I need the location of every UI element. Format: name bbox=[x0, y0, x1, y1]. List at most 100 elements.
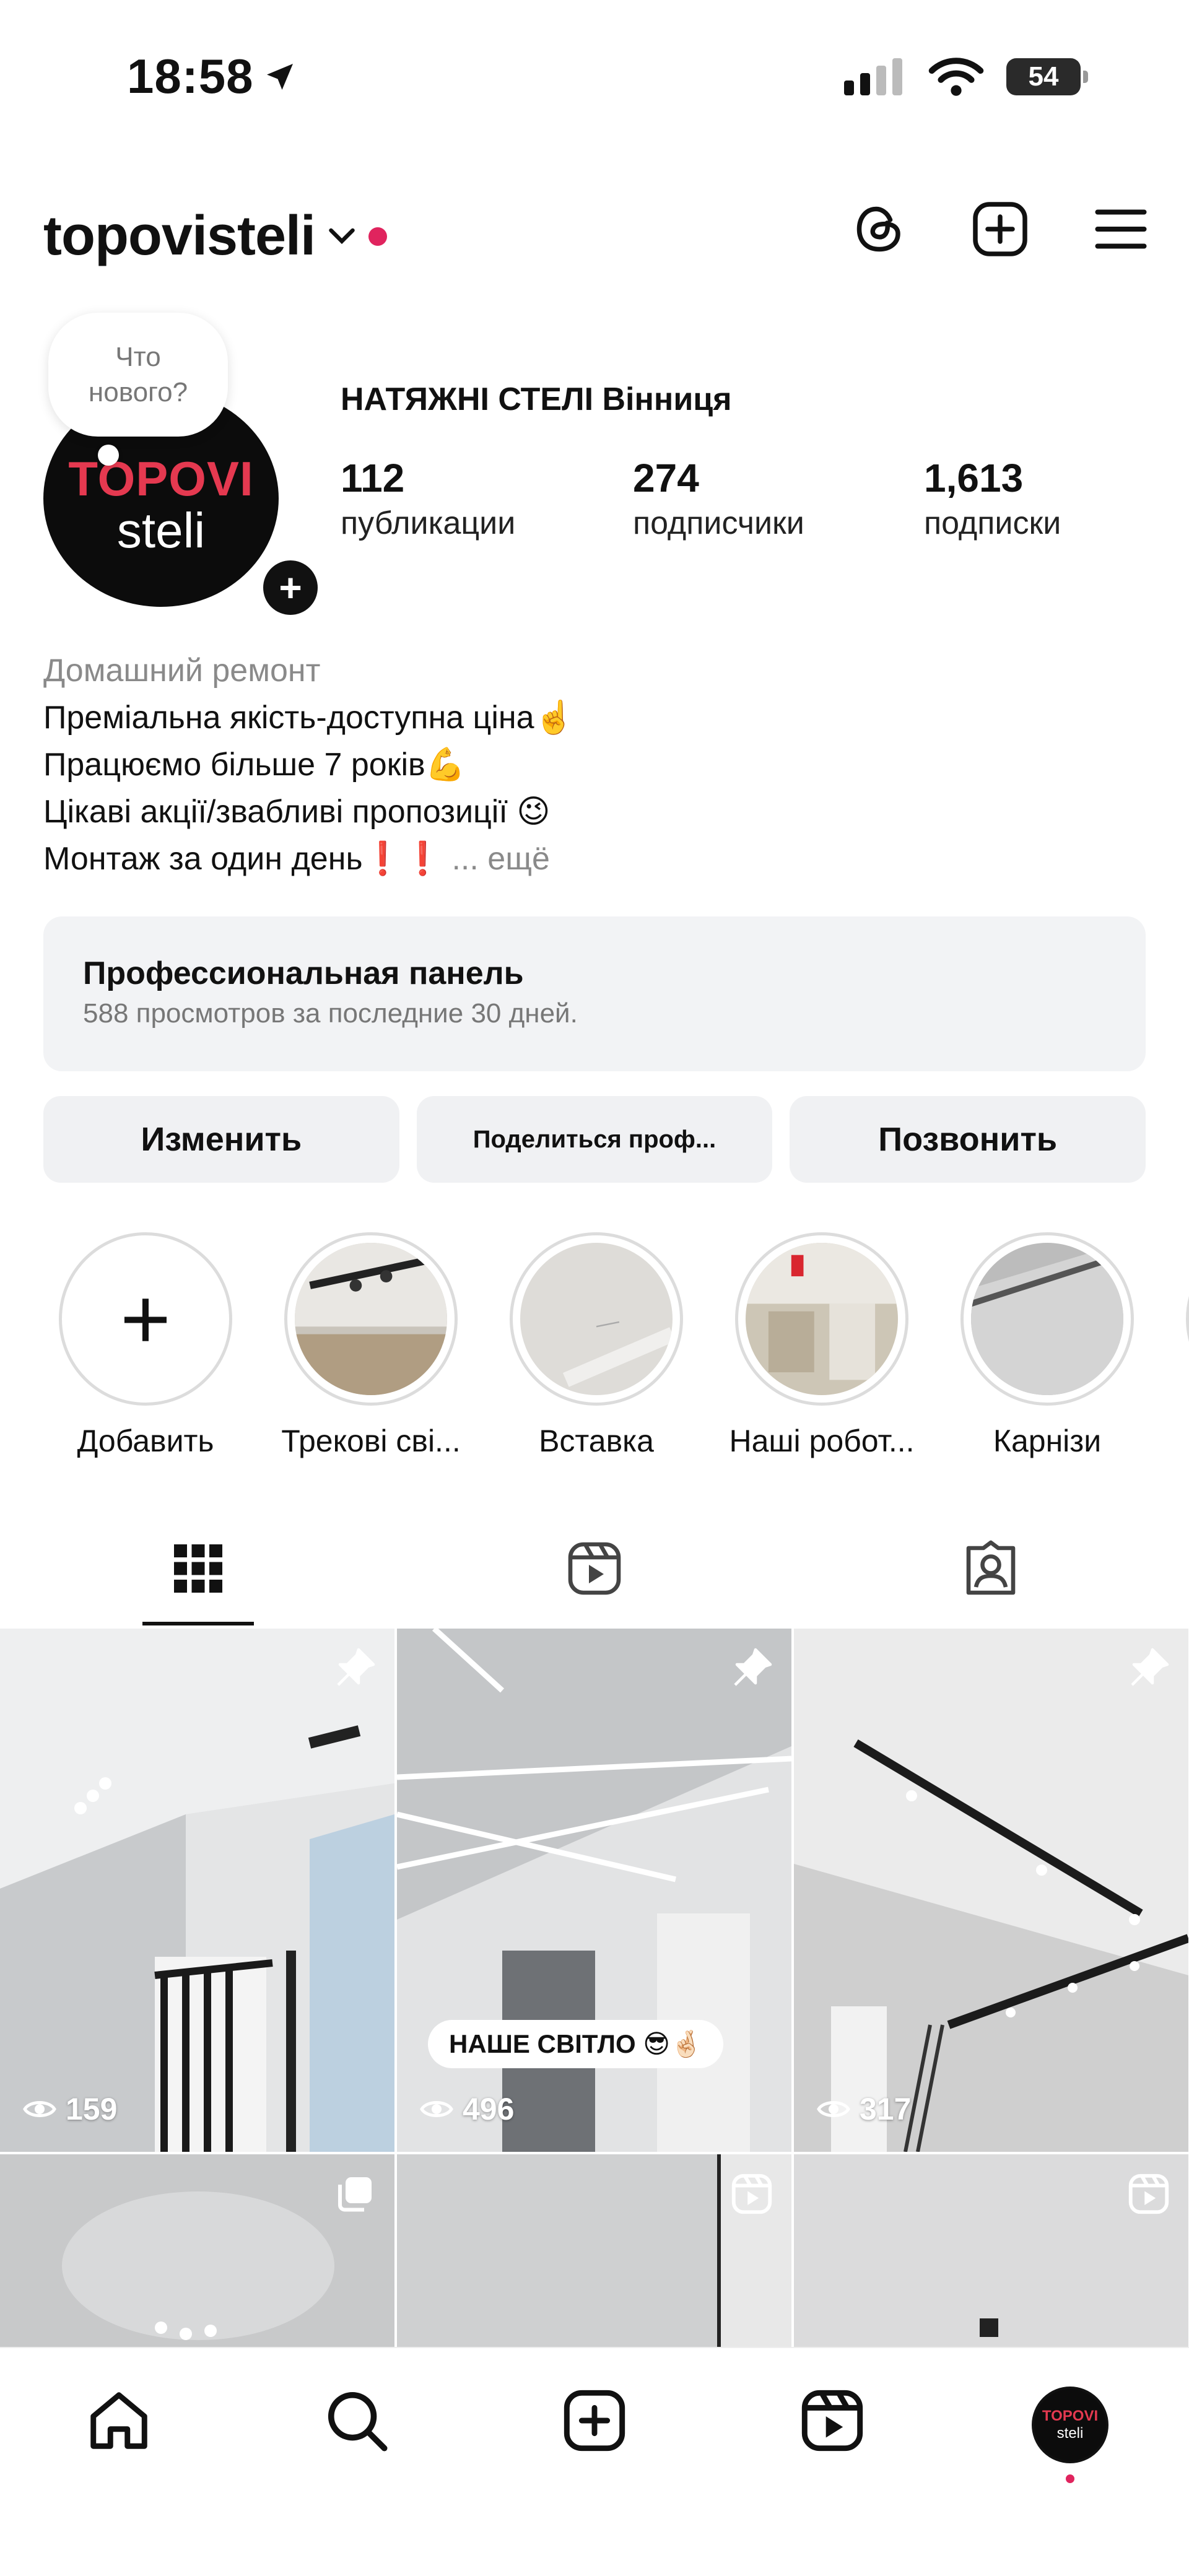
note-bubble[interactable]: Что нового? bbox=[48, 313, 228, 437]
highlight-label: Карнізи bbox=[993, 1424, 1102, 1458]
bio-more-link[interactable]: ... ещё bbox=[451, 841, 549, 877]
nav-create[interactable] bbox=[551, 2387, 638, 2455]
chevron-down-icon bbox=[329, 228, 355, 244]
stat-value: 1,613 bbox=[924, 456, 1024, 500]
menu-icon[interactable] bbox=[1090, 198, 1152, 260]
profile-tabs bbox=[0, 1511, 1189, 1625]
status-time: 18:58 bbox=[127, 48, 297, 105]
highlight-new[interactable]: + Добавить bbox=[40, 1232, 251, 1468]
nav-profile[interactable]: TOPOVI steli bbox=[1027, 2387, 1113, 2483]
avatar-text-bottom: steli bbox=[1056, 2425, 1084, 2442]
wifi-icon bbox=[928, 58, 984, 96]
tab-tagged[interactable] bbox=[793, 1511, 1189, 1625]
nav-home[interactable] bbox=[76, 2387, 162, 2455]
profile-full-name: НАТЯЖНІ СТЕЛІ Вінниця bbox=[341, 381, 732, 417]
stat-label: подписки bbox=[924, 505, 1061, 541]
view-count: 496 bbox=[419, 2091, 514, 2127]
nav-search[interactable] bbox=[313, 2387, 400, 2455]
highlight-label: Трекові сві... bbox=[281, 1424, 461, 1458]
view-count-value: 317 bbox=[860, 2092, 912, 2126]
bottom-navigation: TOPOVI steli bbox=[0, 2347, 1189, 2576]
pro-panel-title: Профессиональная панель bbox=[83, 955, 524, 991]
highlight-cover bbox=[746, 1243, 898, 1395]
post-thumbnail[interactable]: НАШЕ СВІТЛО 😎🤞🏻 496 bbox=[397, 1629, 791, 2152]
stat-value: 274 bbox=[633, 456, 699, 500]
tab-reels[interactable] bbox=[396, 1511, 793, 1625]
home-icon bbox=[90, 2392, 147, 2449]
plus-icon: + bbox=[59, 1232, 232, 1406]
share-profile-button[interactable]: Поделиться проф... bbox=[416, 1096, 773, 1183]
highlight-item[interactable]: Вставка bbox=[491, 1232, 702, 1468]
highlight-label: Наші робот... bbox=[729, 1424, 915, 1458]
pin-icon bbox=[734, 1648, 772, 1686]
reels-icon bbox=[731, 2174, 772, 2214]
profile-bio: Домашний ремонт Преміальна якість-доступ… bbox=[43, 647, 1146, 882]
notification-dot bbox=[368, 227, 388, 246]
profile-category: Домашний ремонт bbox=[43, 653, 321, 689]
highlight-cover bbox=[971, 1243, 1123, 1395]
tagged-icon bbox=[966, 1540, 1016, 1595]
note-bubble-tail bbox=[98, 445, 119, 466]
call-button[interactable]: Позвонить bbox=[790, 1096, 1146, 1183]
time-text: 18:58 bbox=[127, 49, 254, 103]
professional-dashboard[interactable]: Профессиональная панель 588 просмотров з… bbox=[43, 916, 1146, 1071]
username: topovisteli bbox=[43, 205, 316, 267]
post-thumbnail[interactable]: 159 bbox=[0, 1629, 394, 2152]
location-arrow-icon bbox=[266, 63, 293, 90]
stat-posts[interactable]: 112 публикации bbox=[341, 455, 633, 542]
highlight-item[interactable]: Карнізи bbox=[942, 1232, 1152, 1468]
view-count-value: 159 bbox=[66, 2092, 118, 2126]
pin-icon bbox=[337, 1648, 375, 1686]
tab-grid[interactable] bbox=[0, 1511, 396, 1625]
notification-dot bbox=[1066, 2474, 1074, 2483]
profile-header: topovisteli bbox=[43, 198, 1152, 272]
stat-value: 112 bbox=[341, 456, 405, 500]
post-caption-sticker: НАШЕ СВІТЛО 😎🤞🏻 bbox=[428, 2020, 724, 2068]
highlight-cover bbox=[295, 1243, 447, 1395]
profile-avatar-small: TOPOVI steli bbox=[1032, 2387, 1108, 2463]
stat-following[interactable]: 1,613 подписки bbox=[924, 455, 1128, 542]
threads-icon[interactable] bbox=[848, 198, 910, 260]
post-image bbox=[794, 1629, 1188, 2152]
add-story-button[interactable]: + bbox=[257, 554, 324, 621]
status-bar: 18:58 54 bbox=[0, 0, 1189, 155]
note-bubble-text: Что нового? bbox=[88, 341, 188, 407]
carousel-icon bbox=[338, 2177, 372, 2212]
post-thumbnail[interactable]: 317 bbox=[794, 1629, 1188, 2152]
bio-line: Монтаж за один день❗️❗️ bbox=[43, 841, 443, 877]
create-post-icon[interactable] bbox=[969, 198, 1031, 260]
nav-reels[interactable] bbox=[789, 2387, 876, 2455]
bio-line: Працюємо більше 7 років💪 bbox=[43, 747, 466, 783]
highlight-label: Добавить bbox=[77, 1424, 214, 1458]
avatar-text-top: TOPOVI bbox=[68, 451, 254, 506]
posts-grid: 159 НАШЕ СВІТЛО 😎🤞🏻 496 317 bbox=[0, 1629, 1189, 2347]
highlight-item[interactable]: Наші робот... bbox=[716, 1232, 927, 1468]
eye-icon bbox=[817, 2101, 850, 2117]
reels-icon bbox=[801, 2390, 863, 2452]
post-thumbnail[interactable] bbox=[397, 2154, 791, 2347]
pro-panel-subtitle: 588 просмотров за последние 30 дней. bbox=[83, 998, 578, 1029]
highlight-cover bbox=[520, 1243, 673, 1395]
avatar-text-top: TOPOVI bbox=[1042, 2408, 1099, 2424]
view-count-value: 496 bbox=[463, 2092, 515, 2126]
search-icon bbox=[328, 2391, 388, 2452]
avatar-text-bottom: steli bbox=[116, 502, 206, 558]
post-thumbnail[interactable] bbox=[794, 2154, 1188, 2347]
highlight-item[interactable]: Ві bbox=[1167, 1232, 1189, 1468]
grid-icon bbox=[174, 1544, 222, 1593]
profile-stats: 112 публикации 274 подписчики 1,613 подп… bbox=[341, 455, 1128, 542]
view-count: 317 bbox=[816, 2091, 911, 2127]
highlight-item[interactable]: Трекові сві... bbox=[266, 1232, 476, 1468]
battery-indicator: 54 bbox=[1006, 58, 1088, 95]
edit-profile-button[interactable]: Изменить bbox=[43, 1096, 399, 1183]
profile-actions: Изменить Поделиться проф... Позвонить bbox=[43, 1096, 1146, 1183]
reels-icon bbox=[568, 1542, 621, 1595]
eye-icon bbox=[420, 2101, 453, 2117]
post-thumbnail[interactable] bbox=[0, 2154, 394, 2347]
post-image bbox=[0, 1629, 394, 2152]
story-highlights: + Добавить Трекові сві... Вставка Наші р… bbox=[40, 1232, 1189, 1468]
stat-followers[interactable]: 274 подписчики bbox=[633, 455, 924, 542]
account-switcher[interactable]: topovisteli bbox=[43, 204, 388, 268]
eye-icon bbox=[23, 2101, 56, 2117]
stat-label: публикации bbox=[341, 505, 516, 541]
